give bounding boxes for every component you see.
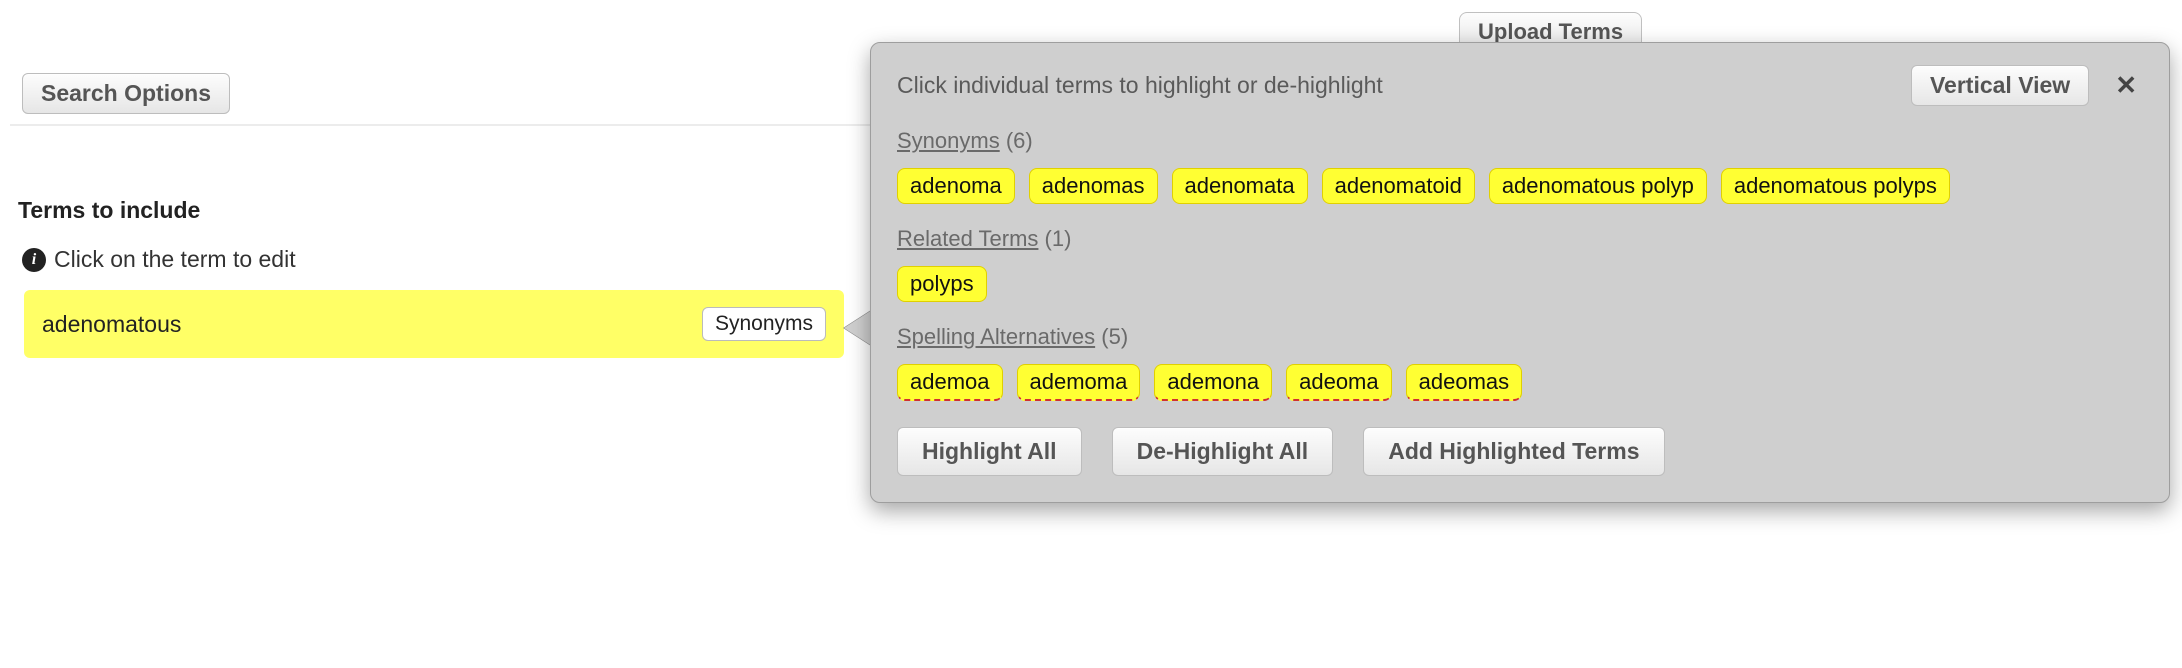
term-chip[interactable]: polyps bbox=[897, 266, 987, 302]
close-icon[interactable]: ✕ bbox=[2109, 70, 2143, 101]
term-chip[interactable]: adenoma bbox=[897, 168, 1015, 204]
terms-to-include-heading: Terms to include bbox=[18, 197, 200, 224]
spelling-chip-row: ademoa ademoma ademona adeoma adeomas bbox=[897, 364, 2143, 401]
synonyms-section-title: Synonyms (6) bbox=[897, 128, 2143, 154]
synonyms-chip-row: adenoma adenomas adenomata adenomatoid adeno… bbox=[897, 168, 2143, 204]
synonyms-panel: Click individual terms to highlight or d… bbox=[870, 42, 2170, 503]
highlight-all-button[interactable]: Highlight All bbox=[897, 427, 1082, 476]
divider bbox=[10, 124, 870, 126]
popover-pointer bbox=[844, 310, 872, 346]
panel-instruction: Click individual terms to highlight or d… bbox=[897, 72, 1891, 99]
term-chip[interactable]: adeoma bbox=[1286, 364, 1392, 401]
de-highlight-all-button[interactable]: De-Highlight All bbox=[1112, 427, 1334, 476]
info-hint-row: i Click on the term to edit bbox=[22, 246, 296, 273]
term-chip[interactable]: ademona bbox=[1154, 364, 1272, 401]
term-value: adenomatous bbox=[42, 311, 702, 338]
related-chip-row: polyps bbox=[897, 266, 2143, 302]
spelling-section-title: Spelling Alternatives (5) bbox=[897, 324, 2143, 350]
term-chip[interactable]: adeomas bbox=[1406, 364, 1523, 401]
add-highlighted-terms-button[interactable]: Add Highlighted Terms bbox=[1363, 427, 1664, 476]
term-chip[interactable]: ademoma bbox=[1017, 364, 1141, 401]
term-chip[interactable]: adenomatoid bbox=[1322, 168, 1475, 204]
term-chip[interactable]: ademoa bbox=[897, 364, 1003, 401]
vertical-view-button[interactable]: Vertical View bbox=[1911, 65, 2089, 106]
related-section-title: Related Terms (1) bbox=[897, 226, 2143, 252]
info-icon: i bbox=[22, 248, 46, 272]
info-hint-text: Click on the term to edit bbox=[54, 246, 296, 273]
term-chip[interactable]: adenomata bbox=[1172, 168, 1308, 204]
term-chip[interactable]: adenomatous polyp bbox=[1489, 168, 1707, 204]
term-chip[interactable]: adenomas bbox=[1029, 168, 1158, 204]
search-options-button[interactable]: Search Options bbox=[22, 73, 230, 114]
term-row[interactable]: adenomatous Synonyms bbox=[24, 290, 844, 358]
synonyms-button[interactable]: Synonyms bbox=[702, 307, 826, 341]
term-chip[interactable]: adenomatous polyps bbox=[1721, 168, 1950, 204]
